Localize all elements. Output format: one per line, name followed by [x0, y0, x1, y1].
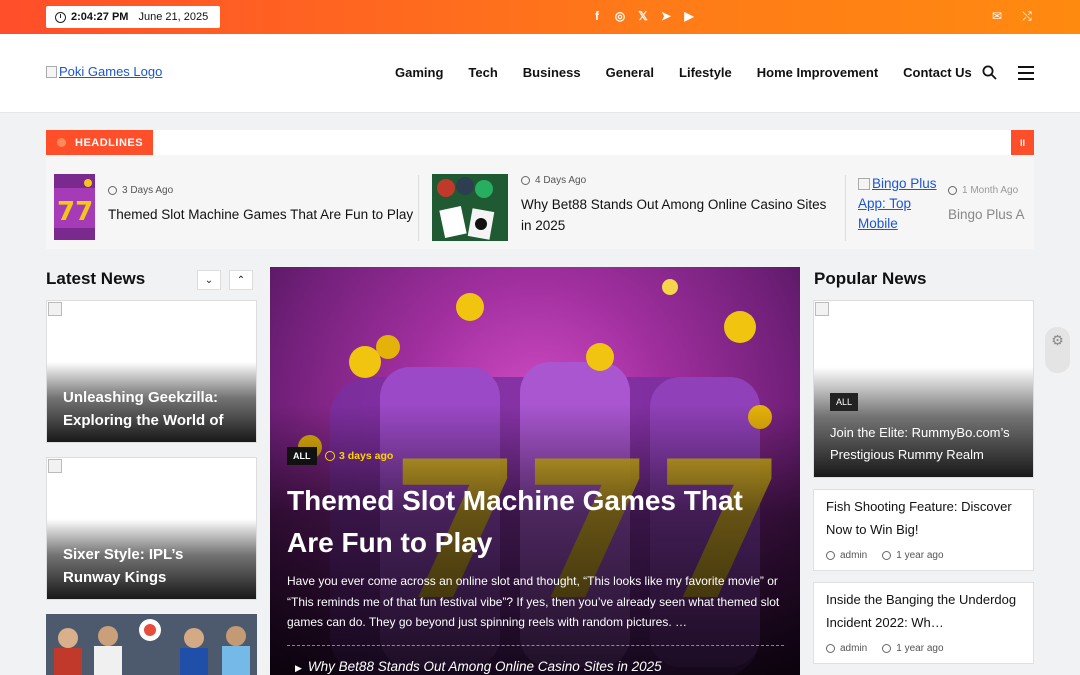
ticker-item-title-line: Why Bet88 Stands Out Among Online Casino…: [521, 197, 827, 212]
post-time: 1 year ago: [896, 550, 944, 561]
facebook-icon[interactable]: f: [590, 9, 604, 23]
site-logo[interactable]: Poki Games Logo: [46, 64, 162, 79]
hamburger-menu-icon[interactable]: [1018, 66, 1034, 80]
broken-thumbnail: Bingo Plus App: Top Mobile: [858, 174, 938, 236]
headlines-label: HEADLINES: [46, 130, 153, 155]
headlines-label-text: HEADLINES: [75, 136, 144, 149]
popular-news-item[interactable]: Fish Shooting Feature: Discover Now to W…: [813, 489, 1034, 571]
ticker-separator: [418, 175, 419, 241]
current-time: 2:04:27 PM: [71, 11, 129, 23]
slot-machine-thumbnail: 77: [54, 174, 95, 240]
post-author[interactable]: admin: [840, 550, 867, 561]
random-post-icon[interactable]: ⤭: [1020, 9, 1034, 23]
x-twitter-icon[interactable]: 𝕏: [636, 9, 650, 23]
broken-image-icon: [815, 302, 829, 316]
settings-gear-icon[interactable]: ⚙: [1045, 327, 1070, 373]
card-title[interactable]: Unleashing Geekzilla: Exploring the Worl…: [63, 386, 242, 442]
user-icon: [826, 551, 835, 560]
ticker-item-title[interactable]: Bingo Plus A: [948, 204, 1025, 225]
ticker-item-date: 3 Days Ago: [122, 185, 174, 196]
nav-home-improvement[interactable]: Home Improvement: [757, 65, 878, 80]
popular-item-title[interactable]: Fish Shooting Feature: Discover Now to W…: [826, 495, 1023, 541]
site-header: Poki Games Logo Gaming Tech Business Gen…: [0, 34, 1080, 113]
clock-icon: [325, 451, 335, 461]
card-title[interactable]: Join the Elite: RummyBo.com’s Prestigiou…: [830, 422, 1019, 466]
popular-news-item[interactable]: Inside the Banging the Underdog Incident…: [813, 582, 1034, 664]
ticker-item-date: 4 Days Ago: [535, 175, 587, 186]
user-icon: [826, 644, 835, 653]
social-links: f ◎ 𝕏 ➤ ▶: [590, 9, 696, 23]
related-post-title: Why Bet88 Stands Out Among Online Casino…: [307, 659, 662, 674]
nav-general[interactable]: General: [606, 65, 654, 80]
svg-text:77: 77: [57, 197, 93, 227]
latest-news-card[interactable]: Unleashing Geekzilla: Exploring the Worl…: [46, 300, 257, 443]
logo-alt-text: Poki Games Logo: [59, 64, 163, 79]
ticker-item-title[interactable]: Themed Slot Machine Games That Are Fun t…: [108, 204, 413, 225]
broken-image-icon: [858, 178, 870, 190]
featured-hero-post[interactable]: 777 ALL 3 days ago Themed Slot Machine G…: [270, 267, 800, 675]
ticker-item[interactable]: 4 Days Ago Why Bet88 Stands Out Among On…: [432, 174, 842, 241]
current-date: June 21, 2025: [138, 11, 209, 23]
broken-image-icon: [46, 65, 57, 78]
telegram-icon[interactable]: ➤: [659, 9, 673, 23]
broken-image-icon: [48, 302, 62, 316]
related-post-link[interactable]: ▶ Why Bet88 Stands Out Among Online Casin…: [295, 659, 662, 674]
popular-featured-card[interactable]: ALL Join the Elite: RummyBo.com’s Presti…: [813, 300, 1034, 478]
hero-title[interactable]: Themed Slot Machine Games That Are Fun t…: [287, 480, 787, 564]
scroll-up-button[interactable]: ⌃: [229, 270, 253, 290]
clock-icon: [882, 551, 892, 560]
hero-excerpt: Have you ever come across an online slot…: [287, 574, 780, 629]
clock-icon: [882, 644, 892, 653]
popular-news-heading: Popular News: [814, 269, 927, 288]
top-right-actions: ✉ ⤭: [990, 9, 1034, 24]
ticker-strip: 77 3 Days Ago Themed Slot Machine Games …: [46, 155, 1034, 249]
ticker-item-title[interactable]: Why Bet88 Stands Out Among Online Casino…: [521, 194, 826, 236]
hero-date-text: 3 days ago: [339, 450, 394, 462]
search-icon[interactable]: [982, 65, 997, 80]
caret-right-icon: ▶: [295, 663, 302, 673]
ticker-item[interactable]: 77 3 Days Ago Themed Slot Machine Games …: [54, 174, 424, 240]
casino-chips-thumbnail: [432, 174, 508, 241]
headlines-ticker: HEADLINES II 77 3 Days Ago Themed Slot M…: [46, 130, 1034, 249]
nav-lifestyle[interactable]: Lifestyle: [679, 65, 732, 80]
hero-post-date: 3 days ago: [325, 450, 393, 462]
popular-item-title[interactable]: Inside the Banging the Underdog Incident…: [826, 588, 1023, 634]
newsletter-icon[interactable]: ✉: [990, 9, 1004, 23]
thumbnail-alt-text: Mobile: [858, 216, 898, 231]
main-nav: Gaming Tech Business General Lifestyle H…: [395, 65, 972, 80]
ticker-item-title-line: in 2025: [521, 218, 566, 233]
nav-gaming[interactable]: Gaming: [395, 65, 443, 80]
pulse-dot-icon: [57, 138, 66, 147]
instagram-icon[interactable]: ◎: [613, 9, 627, 23]
ticker-item[interactable]: Bingo Plus App: Top Mobile 1 Month Ago B…: [858, 174, 1034, 240]
ticker-item-date: 1 Month Ago: [962, 185, 1019, 196]
nav-contact-us[interactable]: Contact Us: [903, 65, 972, 80]
nav-business[interactable]: Business: [523, 65, 581, 80]
ticker-pause-button[interactable]: II: [1011, 130, 1034, 155]
date-time-widget: 2:04:27 PM June 21, 2025: [46, 6, 220, 28]
latest-news-controls: ⌄ ⌃: [197, 270, 253, 290]
category-badge[interactable]: ALL: [830, 393, 859, 411]
latest-news-card[interactable]: Sixer Style: IPL’s Runway Kings: [46, 457, 257, 600]
broken-image-icon: [48, 459, 62, 473]
clock-icon: [521, 176, 530, 185]
card-title[interactable]: Sixer Style: IPL’s Runway Kings: [63, 543, 242, 589]
football-players-thumbnail: [46, 614, 257, 675]
latest-news-card[interactable]: [46, 614, 257, 675]
clock-icon: [55, 11, 66, 23]
thumbnail-alt-text: Bingo Plus: [872, 176, 937, 191]
post-author[interactable]: admin: [840, 643, 867, 654]
nav-tech[interactable]: Tech: [468, 65, 497, 80]
category-badge[interactable]: ALL: [287, 447, 317, 465]
scroll-down-button[interactable]: ⌄: [197, 270, 221, 290]
ticker-separator: [845, 175, 846, 241]
thumbnail-alt-text: App: Top: [858, 196, 912, 211]
clock-icon: [108, 186, 117, 195]
clock-icon: [948, 186, 957, 195]
top-bar: 2:04:27 PM June 21, 2025 f ◎ 𝕏 ➤ ▶ ✉ ⤭: [0, 0, 1080, 34]
latest-news-heading: Latest News: [46, 269, 146, 288]
post-time: 1 year ago: [896, 643, 944, 654]
youtube-icon[interactable]: ▶: [682, 9, 696, 23]
hero-divider: [287, 645, 784, 646]
